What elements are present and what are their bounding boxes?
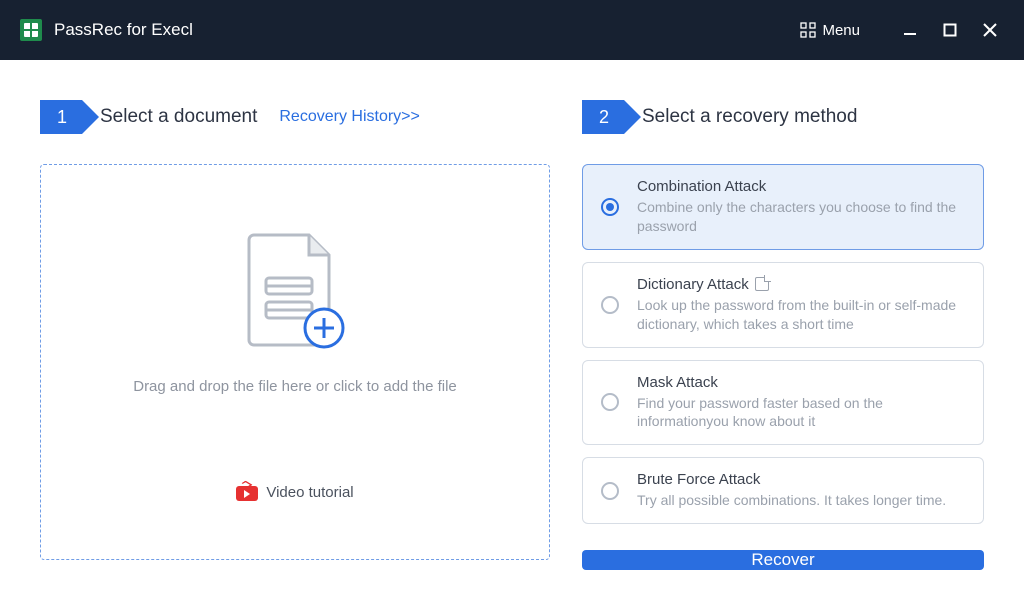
method-title: Brute Force Attack bbox=[637, 471, 967, 488]
dropzone-hint: Drag and drop the file here or click to … bbox=[133, 378, 457, 395]
dictionary-file-icon bbox=[755, 277, 769, 291]
method-desc: Find your password faster based on the i… bbox=[637, 394, 967, 432]
method-title: Combination Attack bbox=[637, 178, 967, 195]
close-button[interactable] bbox=[970, 10, 1010, 50]
titlebar: PassRec for Execl Menu bbox=[0, 0, 1024, 60]
radio-icon bbox=[601, 393, 619, 411]
method-option-0[interactable]: Combination Attack Combine only the chara… bbox=[582, 164, 984, 250]
right-column: 2 Select a recovery method Combination A… bbox=[582, 100, 984, 560]
app-logo-icon bbox=[20, 19, 42, 41]
step2-title: Select a recovery method bbox=[642, 106, 857, 128]
left-column: 1 Select a document Recovery History>> D… bbox=[40, 100, 550, 560]
step1-number-badge: 1 bbox=[40, 100, 82, 134]
method-option-1[interactable]: Dictionary Attack Look up the password fr… bbox=[582, 262, 984, 348]
method-desc: Try all possible combinations. It takes … bbox=[637, 491, 967, 510]
app-title: PassRec for Execl bbox=[54, 20, 193, 40]
method-desc: Look up the password from the built-in o… bbox=[637, 296, 967, 334]
step2-number-badge: 2 bbox=[582, 100, 624, 134]
method-title: Dictionary Attack bbox=[637, 276, 967, 293]
close-icon bbox=[983, 23, 997, 37]
maximize-icon bbox=[943, 23, 957, 37]
method-desc: Combine only the characters you choose t… bbox=[637, 198, 967, 236]
step2-header: 2 Select a recovery method bbox=[582, 100, 984, 134]
tv-play-icon bbox=[236, 483, 258, 501]
menu-grid-icon bbox=[800, 22, 816, 38]
recovery-history-link[interactable]: Recovery History>> bbox=[279, 108, 420, 126]
document-add-icon bbox=[244, 230, 346, 350]
step1-header: 1 Select a document Recovery History>> bbox=[40, 100, 550, 134]
radio-icon bbox=[601, 198, 619, 216]
video-tutorial-link[interactable]: Video tutorial bbox=[236, 483, 353, 501]
menu-label: Menu bbox=[822, 22, 860, 39]
tutorial-label: Video tutorial bbox=[266, 484, 353, 501]
maximize-button[interactable] bbox=[930, 10, 970, 50]
radio-icon bbox=[601, 296, 619, 314]
method-option-3[interactable]: Brute Force Attack Try all possible combi… bbox=[582, 457, 984, 524]
method-option-2[interactable]: Mask Attack Find your password faster bas… bbox=[582, 360, 984, 446]
main-content: 1 Select a document Recovery History>> D… bbox=[0, 60, 1024, 590]
minimize-icon bbox=[903, 23, 917, 37]
step1-title: Select a document bbox=[100, 106, 257, 128]
method-title: Mask Attack bbox=[637, 374, 967, 391]
menu-button[interactable]: Menu bbox=[790, 16, 870, 45]
file-dropzone[interactable]: Drag and drop the file here or click to … bbox=[40, 164, 550, 560]
radio-icon bbox=[601, 482, 619, 500]
recovery-method-list: Combination Attack Combine only the chara… bbox=[582, 164, 984, 524]
recover-button[interactable]: Recover bbox=[582, 550, 984, 570]
minimize-button[interactable] bbox=[890, 10, 930, 50]
